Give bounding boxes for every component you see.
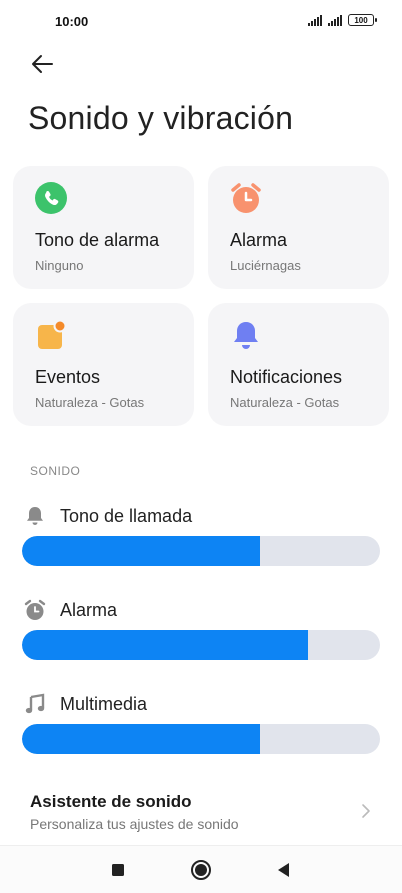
card-subtitle: Naturaleza - Gotas xyxy=(230,395,340,410)
slider-multimedia: Multimedia xyxy=(22,692,380,754)
card-subtitle: Ninguno xyxy=(35,258,84,273)
navigation-bar xyxy=(0,845,402,893)
slider-alarma: Alarma xyxy=(22,598,380,660)
sound-assistant-subtitle: Personaliza tus ajustes de sonido xyxy=(30,816,239,832)
volume-slider[interactable] xyxy=(22,724,380,754)
status-icons: 100 xyxy=(308,14,377,26)
music-note-icon xyxy=(25,693,45,714)
phone-icon xyxy=(35,182,67,214)
card-eventos[interactable]: Eventos Naturaleza - Gotas xyxy=(13,303,194,426)
volume-slider-fill xyxy=(22,724,261,754)
battery-level: 100 xyxy=(354,15,368,25)
calendar-event-icon xyxy=(38,319,67,349)
bell-icon xyxy=(27,507,43,525)
card-title: Notificaciones xyxy=(230,367,343,387)
status-time: 10:00 xyxy=(55,14,89,29)
recents-button[interactable] xyxy=(106,858,130,882)
alarm-clock-icon xyxy=(231,183,261,213)
signal-icon xyxy=(328,14,342,26)
bell-icon xyxy=(234,322,258,349)
card-alarma[interactable]: Alarma Luciérnagas xyxy=(208,166,389,289)
volume-slider[interactable] xyxy=(22,630,380,660)
signal-icon xyxy=(308,14,322,26)
back-nav-button[interactable] xyxy=(272,858,296,882)
sound-assistant-item[interactable]: Asistente de sonido Personaliza tus ajus… xyxy=(0,784,402,840)
volume-slider-fill xyxy=(22,630,309,660)
battery-icon: 100 xyxy=(348,14,377,26)
triangle-back-icon xyxy=(278,863,289,877)
card-tono-de-alarma[interactable]: Tono de alarma Ninguno xyxy=(13,166,194,289)
section-label: SONIDO xyxy=(30,464,81,478)
volume-slider-fill xyxy=(22,536,261,566)
volume-slider[interactable] xyxy=(22,536,380,566)
card-title: Eventos xyxy=(35,367,101,387)
alarm-clock-icon xyxy=(24,599,46,620)
card-title: Alarma xyxy=(230,230,288,250)
sound-assistant-title: Asistente de sonido xyxy=(30,792,192,811)
slider-label: Multimedia xyxy=(60,693,148,714)
slider-label: Alarma xyxy=(60,599,118,620)
card-subtitle: Luciérnagas xyxy=(230,258,301,273)
back-button[interactable] xyxy=(28,50,60,78)
status-bar: 10:00 100 xyxy=(0,0,402,44)
home-button[interactable] xyxy=(189,858,213,882)
circle-icon xyxy=(191,860,211,880)
slider-label: Tono de llamada xyxy=(60,505,193,526)
card-notificaciones[interactable]: Notificaciones Naturaleza - Gotas xyxy=(208,303,389,426)
back-arrow-icon xyxy=(32,55,53,73)
card-subtitle: Naturaleza - Gotas xyxy=(35,395,145,410)
card-title: Tono de alarma xyxy=(35,230,160,250)
square-icon xyxy=(112,864,124,876)
page-title: Sonido y vibración xyxy=(28,100,294,136)
chevron-right-icon xyxy=(362,804,370,818)
slider-tono-de-llamada: Tono de llamada xyxy=(22,504,380,566)
